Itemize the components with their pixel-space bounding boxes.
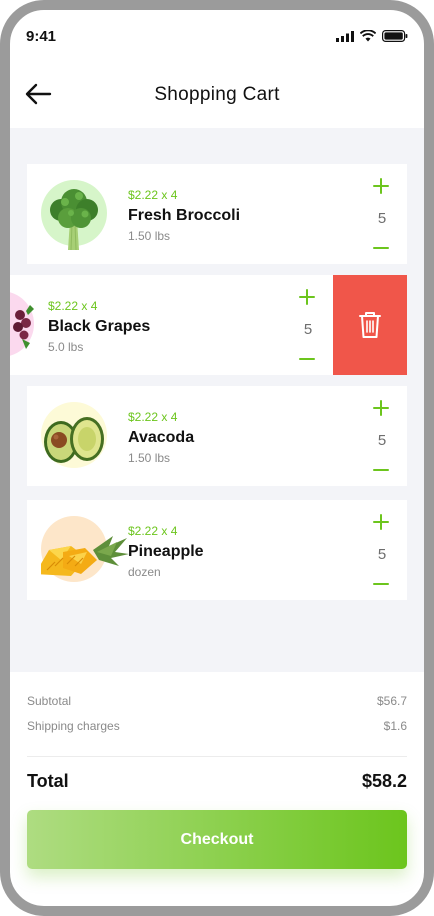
product-thumbnail: [41, 402, 107, 468]
page-title: Shopping Cart: [154, 84, 280, 105]
product-info: $2.22 x 4 Black Grapes 5.0 lbs: [48, 299, 150, 354]
status-bar: 9:41: [10, 10, 424, 60]
product-weight: 1.50 lbs: [128, 229, 171, 243]
status-time: 9:41: [26, 28, 57, 45]
wifi-icon: [360, 30, 376, 42]
product-weight: 5.0 lbs: [48, 340, 84, 354]
product-weight: dozen: [128, 565, 161, 579]
product-thumbnail: [10, 291, 34, 357]
header: Shopping Cart: [10, 60, 424, 128]
minus-icon[interactable]: [373, 462, 389, 478]
product-info: $2.22 x 4 Fresh Broccoli 1.50 lbs: [128, 188, 240, 243]
pineapple-icon: [41, 536, 129, 576]
product-info: $2.22 x 4 Pineapple dozen: [128, 524, 204, 579]
avocado-icon: [44, 417, 104, 463]
product-price: $2.22 x 4: [128, 410, 178, 424]
trash-icon: [359, 312, 381, 338]
broccoli-icon: [50, 189, 98, 251]
quantity-stepper: 5: [357, 386, 407, 486]
product-price: $2.22 x 4: [128, 188, 178, 202]
order-summary: Subtotal $56.7 Shipping charges $1.6 Tot…: [27, 694, 407, 805]
phone-frame: 9:41 Shopping Cart $2.22 x 4 Fresh Brocc…: [0, 0, 434, 916]
cart-item-grapes[interactable]: $2.22 x 4 Black Grapes 5.0 lbs 5: [10, 275, 334, 375]
product-weight: 1.50 lbs: [128, 451, 171, 465]
signal-icon: [336, 30, 354, 42]
quantity-stepper: 5: [283, 275, 333, 375]
checkout-button[interactable]: Checkout: [27, 810, 407, 869]
delete-item-button[interactable]: [333, 275, 407, 375]
shipping-row: Shipping charges $1.6: [27, 719, 407, 744]
plus-icon[interactable]: [373, 178, 389, 194]
minus-icon[interactable]: [373, 576, 389, 592]
product-price: $2.22 x 4: [128, 524, 178, 538]
quantity-stepper: 5: [357, 500, 407, 600]
cart-item-avocado[interactable]: $2.22 x 4 Avacoda 1.50 lbs 5: [27, 386, 407, 486]
product-name: Pineapple: [128, 543, 204, 560]
product-price: $2.22 x 4: [48, 299, 98, 313]
status-icons: [336, 30, 408, 42]
product-name: Black Grapes: [48, 318, 151, 335]
subtotal-label: Subtotal: [27, 694, 72, 708]
product-thumbnail: [41, 180, 107, 251]
product-info: $2.22 x 4 Avacoda 1.50 lbs: [128, 410, 194, 465]
minus-icon[interactable]: [299, 351, 315, 367]
minus-icon[interactable]: [373, 240, 389, 256]
grapes-icon: [13, 305, 34, 349]
quantity-value: 5: [377, 210, 387, 227]
quantity-stepper: 5: [357, 164, 407, 264]
battery-icon: [382, 30, 408, 42]
total-label: Total: [27, 771, 69, 791]
cart-item-broccoli[interactable]: $2.22 x 4 Fresh Broccoli 1.50 lbs 5: [27, 164, 407, 264]
plus-icon[interactable]: [373, 514, 389, 530]
shipping-label: Shipping charges: [27, 719, 120, 733]
cart-list: $2.22 x 4 Fresh Broccoli 1.50 lbs 5 $2.2…: [10, 128, 424, 672]
plus-icon[interactable]: [299, 289, 315, 305]
product-name: Avacoda: [128, 429, 195, 446]
total-row: Total $58.2: [27, 757, 407, 805]
subtotal-value: $56.7: [376, 694, 407, 708]
shipping-value: $1.6: [383, 719, 407, 733]
quantity-value: 5: [377, 432, 387, 449]
product-name: Fresh Broccoli: [128, 207, 241, 224]
quantity-value: 5: [303, 321, 313, 338]
total-value: $58.2: [361, 771, 407, 791]
plus-icon[interactable]: [373, 400, 389, 416]
quantity-value: 5: [377, 546, 387, 563]
subtotal-row: Subtotal $56.7: [27, 694, 407, 719]
cart-item-pineapple[interactable]: $2.22 x 4 Pineapple dozen 5: [27, 500, 407, 600]
product-thumbnail: [41, 516, 129, 582]
